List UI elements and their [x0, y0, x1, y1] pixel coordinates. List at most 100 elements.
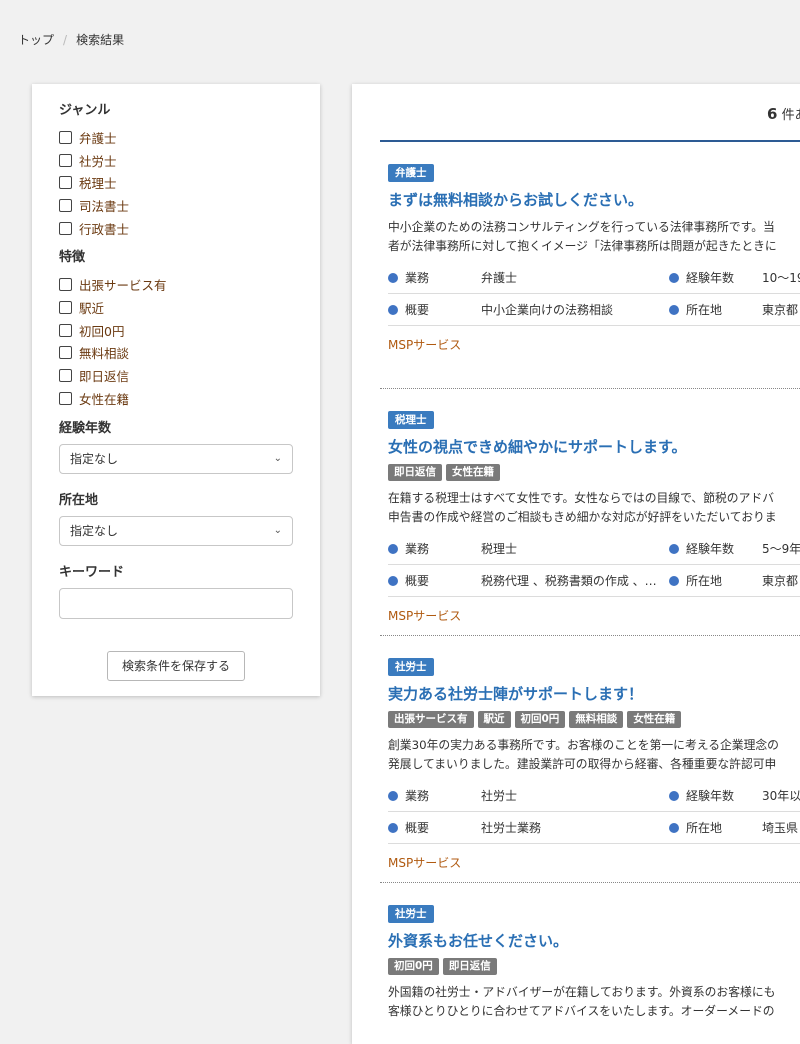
- checkbox[interactable]: [59, 198, 72, 212]
- company-link[interactable]: MSPサービス: [388, 854, 461, 871]
- keyword-heading: キーワード: [59, 564, 125, 580]
- checkbox[interactable]: [59, 369, 72, 383]
- info-experience: 経験年数 30年以: [669, 787, 800, 804]
- card-title-link[interactable]: 女性の視点できめ細やかにサポートします。: [388, 437, 800, 457]
- checkbox-label: 無料相談: [79, 346, 130, 362]
- info-summary: 概要 社労士業務: [388, 819, 669, 836]
- feature-tag: 初回0円: [514, 711, 566, 728]
- chevron-down-icon: ⌄: [273, 525, 282, 537]
- info-value: 中小企業向けの法務相談: [481, 303, 614, 317]
- bullet-icon: [388, 543, 398, 554]
- info-label: 経験年数: [686, 789, 735, 803]
- breadcrumb: トップ / 検索結果: [18, 31, 124, 48]
- feature-tag: 即日返信: [442, 958, 497, 975]
- info-label: 概要: [405, 574, 430, 588]
- description-line: 在籍する税理士はすべて女性です。女性ならではの目線で、節税のアドバ: [388, 491, 774, 505]
- info-value: 10〜19: [762, 271, 800, 285]
- result-card: 弁護士 まずは無料相談からお試しください。 中小企業のための法務コンサルティング…: [388, 161, 800, 353]
- info-business: 業務 社労士: [388, 787, 669, 804]
- save-search-button[interactable]: 検索条件を保存する: [107, 650, 245, 681]
- checkbox-label: 弁護士: [79, 130, 117, 146]
- feature-option-female[interactable]: 女性在籍: [59, 387, 293, 410]
- checkbox[interactable]: [59, 221, 72, 235]
- card-divider: [380, 882, 800, 883]
- info-value: 税理士: [481, 542, 518, 556]
- info-label: 業務: [405, 542, 430, 556]
- checkbox[interactable]: [59, 300, 72, 314]
- info-business: 業務 税理士: [388, 540, 669, 557]
- checkbox-label: 出張サービス有: [79, 278, 167, 294]
- feature-option-first-free[interactable]: 初回0円: [59, 319, 293, 342]
- info-row: 概要 税務代理 、税務書類の作成 、… 所在地 東京都: [388, 565, 800, 597]
- genre-filter-group: ジャンル 弁護士 社労士 税理士 司法書士 行政書士: [59, 102, 293, 239]
- card-title-link[interactable]: 外資系もお任せください。: [388, 931, 800, 951]
- description-line: 外国籍の社労士・アドバイザーが在籍しております。外資系のお客様にも: [388, 985, 776, 999]
- genre-option-tax[interactable]: 税理士: [59, 171, 293, 194]
- chevron-down-icon: ⌄: [273, 453, 282, 465]
- feature-option-free-consult[interactable]: 無料相談: [59, 342, 293, 365]
- info-value: 東京都: [762, 303, 799, 317]
- company-link[interactable]: MSPサービス: [388, 607, 461, 624]
- bullet-icon: [669, 575, 679, 586]
- info-row: 業務 弁護士 経験年数 10〜19: [388, 262, 800, 294]
- description-line: 発展してまいりました。建設業許可の取得から経審、各種重要な許認可申: [388, 757, 777, 771]
- checkbox[interactable]: [59, 130, 72, 144]
- card-description: 外国籍の社労士・アドバイザーが在籍しております。外資系のお客様にも 客様ひとりひ…: [388, 983, 800, 1021]
- info-label: 業務: [405, 789, 430, 803]
- checkbox[interactable]: [59, 278, 72, 292]
- info-row: 概要 中小企業向けの法務相談 所在地 東京都: [388, 294, 800, 326]
- feature-option-station[interactable]: 駅近: [59, 296, 293, 319]
- keyword-filter-group: キーワード: [59, 564, 293, 619]
- feature-tag: 女性在籍: [627, 711, 682, 728]
- info-value: 30年以: [762, 789, 800, 803]
- feature-tag: 駅近: [477, 711, 511, 728]
- checkbox-label: 即日返信: [79, 369, 130, 385]
- info-label: 業務: [405, 271, 430, 285]
- checkbox[interactable]: [59, 323, 72, 337]
- info-value: 社労士業務: [481, 821, 542, 835]
- location-selected: 指定なし: [70, 524, 119, 539]
- bullet-icon: [669, 304, 679, 315]
- info-summary: 概要 税務代理 、税務書類の作成 、…: [388, 572, 669, 589]
- info-label: 経験年数: [686, 542, 735, 556]
- checkbox[interactable]: [59, 346, 72, 360]
- genre-option-judicial[interactable]: 司法書士: [59, 194, 293, 217]
- feature-option-same-day[interactable]: 即日返信: [59, 364, 293, 387]
- card-title-link[interactable]: 実力ある社労士陣がサポートします！: [388, 684, 800, 704]
- category-badge: 社労士: [388, 905, 434, 923]
- checkbox[interactable]: [59, 391, 72, 405]
- tag-list: 出張サービス有 駅近 初回0円 無料相談 女性在籍: [388, 711, 800, 728]
- location-filter-group: 所在地 指定なし ⌄: [59, 492, 293, 546]
- filter-sidebar: ジャンル 弁護士 社労士 税理士 司法書士 行政書士 特徴 出張サービス有 駅近…: [32, 84, 320, 696]
- checkbox-label: 税理士: [79, 176, 117, 192]
- features-heading: 特徴: [59, 250, 86, 266]
- info-value: 5〜9年: [762, 542, 800, 556]
- checkbox[interactable]: [59, 176, 72, 190]
- feature-tag: 初回0円: [388, 958, 439, 975]
- card-title-link[interactable]: まずは無料相談からお試しください。: [388, 190, 800, 210]
- location-select[interactable]: 指定なし ⌄: [59, 515, 293, 546]
- feature-tag: 女性在籍: [446, 464, 500, 481]
- feature-option-visit[interactable]: 出張サービス有: [59, 273, 293, 296]
- genre-option-lawyer[interactable]: 弁護士: [59, 126, 293, 149]
- features-filter-group: 特徴 出張サービス有 駅近 初回0円 無料相談 即日返信 女性在籍: [59, 249, 293, 409]
- experience-select[interactable]: 指定なし ⌄: [59, 443, 293, 474]
- bullet-icon: [388, 822, 398, 833]
- results-divider: [380, 140, 800, 142]
- checkbox[interactable]: [59, 153, 72, 167]
- info-value: 弁護士: [481, 271, 518, 285]
- bullet-icon: [669, 543, 679, 554]
- breadcrumb-home-link[interactable]: トップ: [18, 31, 54, 48]
- card-divider: [380, 635, 800, 636]
- genre-option-administrative[interactable]: 行政書士: [59, 217, 293, 240]
- genre-heading: ジャンル: [59, 103, 111, 118]
- feature-tag: 出張サービス有: [388, 711, 474, 728]
- breadcrumb-separator: /: [63, 32, 68, 47]
- info-business: 業務 弁護士: [388, 269, 669, 286]
- card-divider: [380, 388, 800, 389]
- card-description: 創業30年の実力ある事務所です。お客様のことを第一に考える企業理念の 発展してま…: [388, 736, 800, 774]
- info-value: 埼玉県: [762, 821, 799, 835]
- genre-option-labor[interactable]: 社労士: [59, 149, 293, 172]
- company-link[interactable]: MSPサービス: [388, 336, 461, 353]
- keyword-input[interactable]: [59, 587, 293, 619]
